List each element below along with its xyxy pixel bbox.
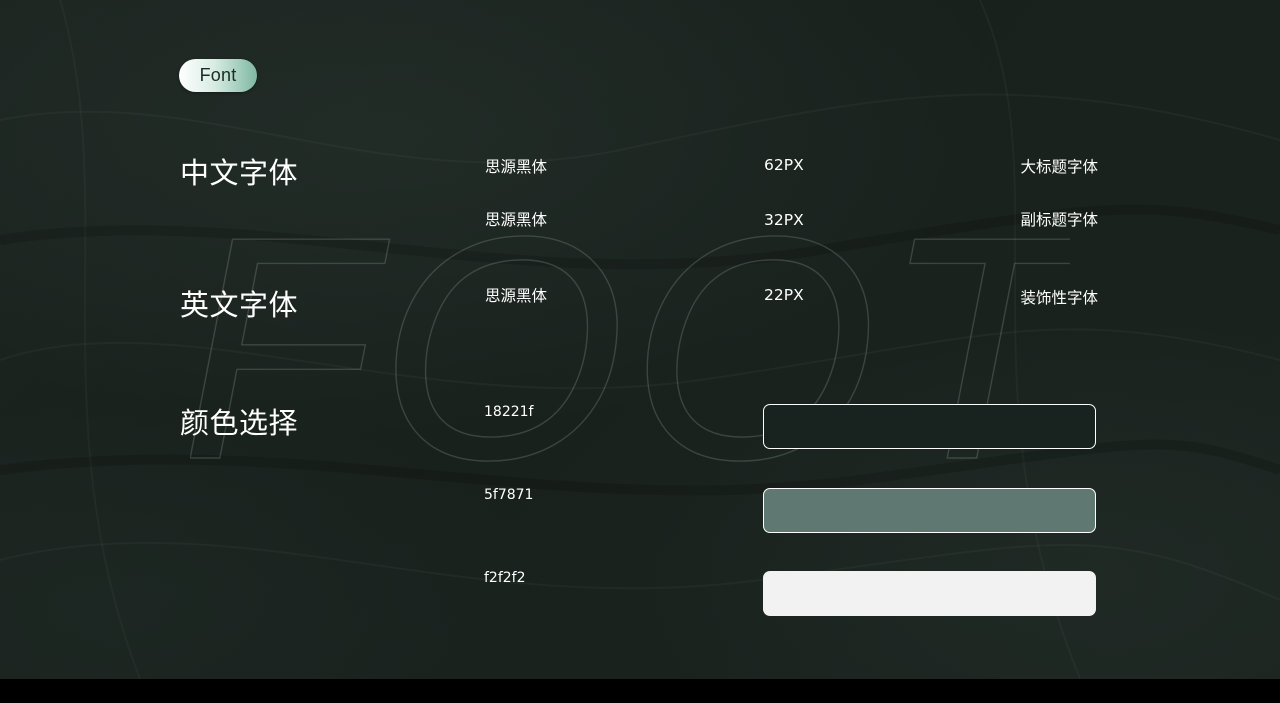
chinese-font-heading: 中文字体: [180, 156, 299, 190]
color-swatch[interactable]: [763, 488, 1096, 533]
font-usage: 大标题字体: [1020, 158, 1098, 176]
font-size: 22PX: [764, 286, 804, 304]
font-usage: 装饰性字体: [1020, 289, 1098, 307]
font-name: 思源黑体: [485, 158, 548, 176]
color-hex-label: f2f2f2: [484, 570, 526, 586]
font-size: 62PX: [764, 156, 804, 174]
color-swatch[interactable]: [763, 404, 1096, 449]
color-hex-label: 5f7871: [484, 487, 534, 503]
font-size: 32PX: [764, 211, 804, 229]
bottom-letterbox-bar: [0, 679, 1280, 703]
english-font-heading: 英文字体: [180, 288, 299, 322]
color-swatch[interactable]: [763, 571, 1096, 616]
color-selection-heading: 颜色选择: [180, 406, 299, 440]
font-tag: Font: [179, 59, 257, 92]
color-hex-label: 18221f: [484, 404, 534, 420]
font-name: 思源黑体: [485, 211, 548, 229]
slide-canvas: FOOT Font 中文字体 英文字体 颜色选择 思源黑体 62PX 大标题字体…: [0, 0, 1280, 679]
font-name: 思源黑体: [485, 287, 548, 305]
font-usage: 副标题字体: [1020, 211, 1098, 229]
font-tag-label: Font: [199, 65, 237, 85]
